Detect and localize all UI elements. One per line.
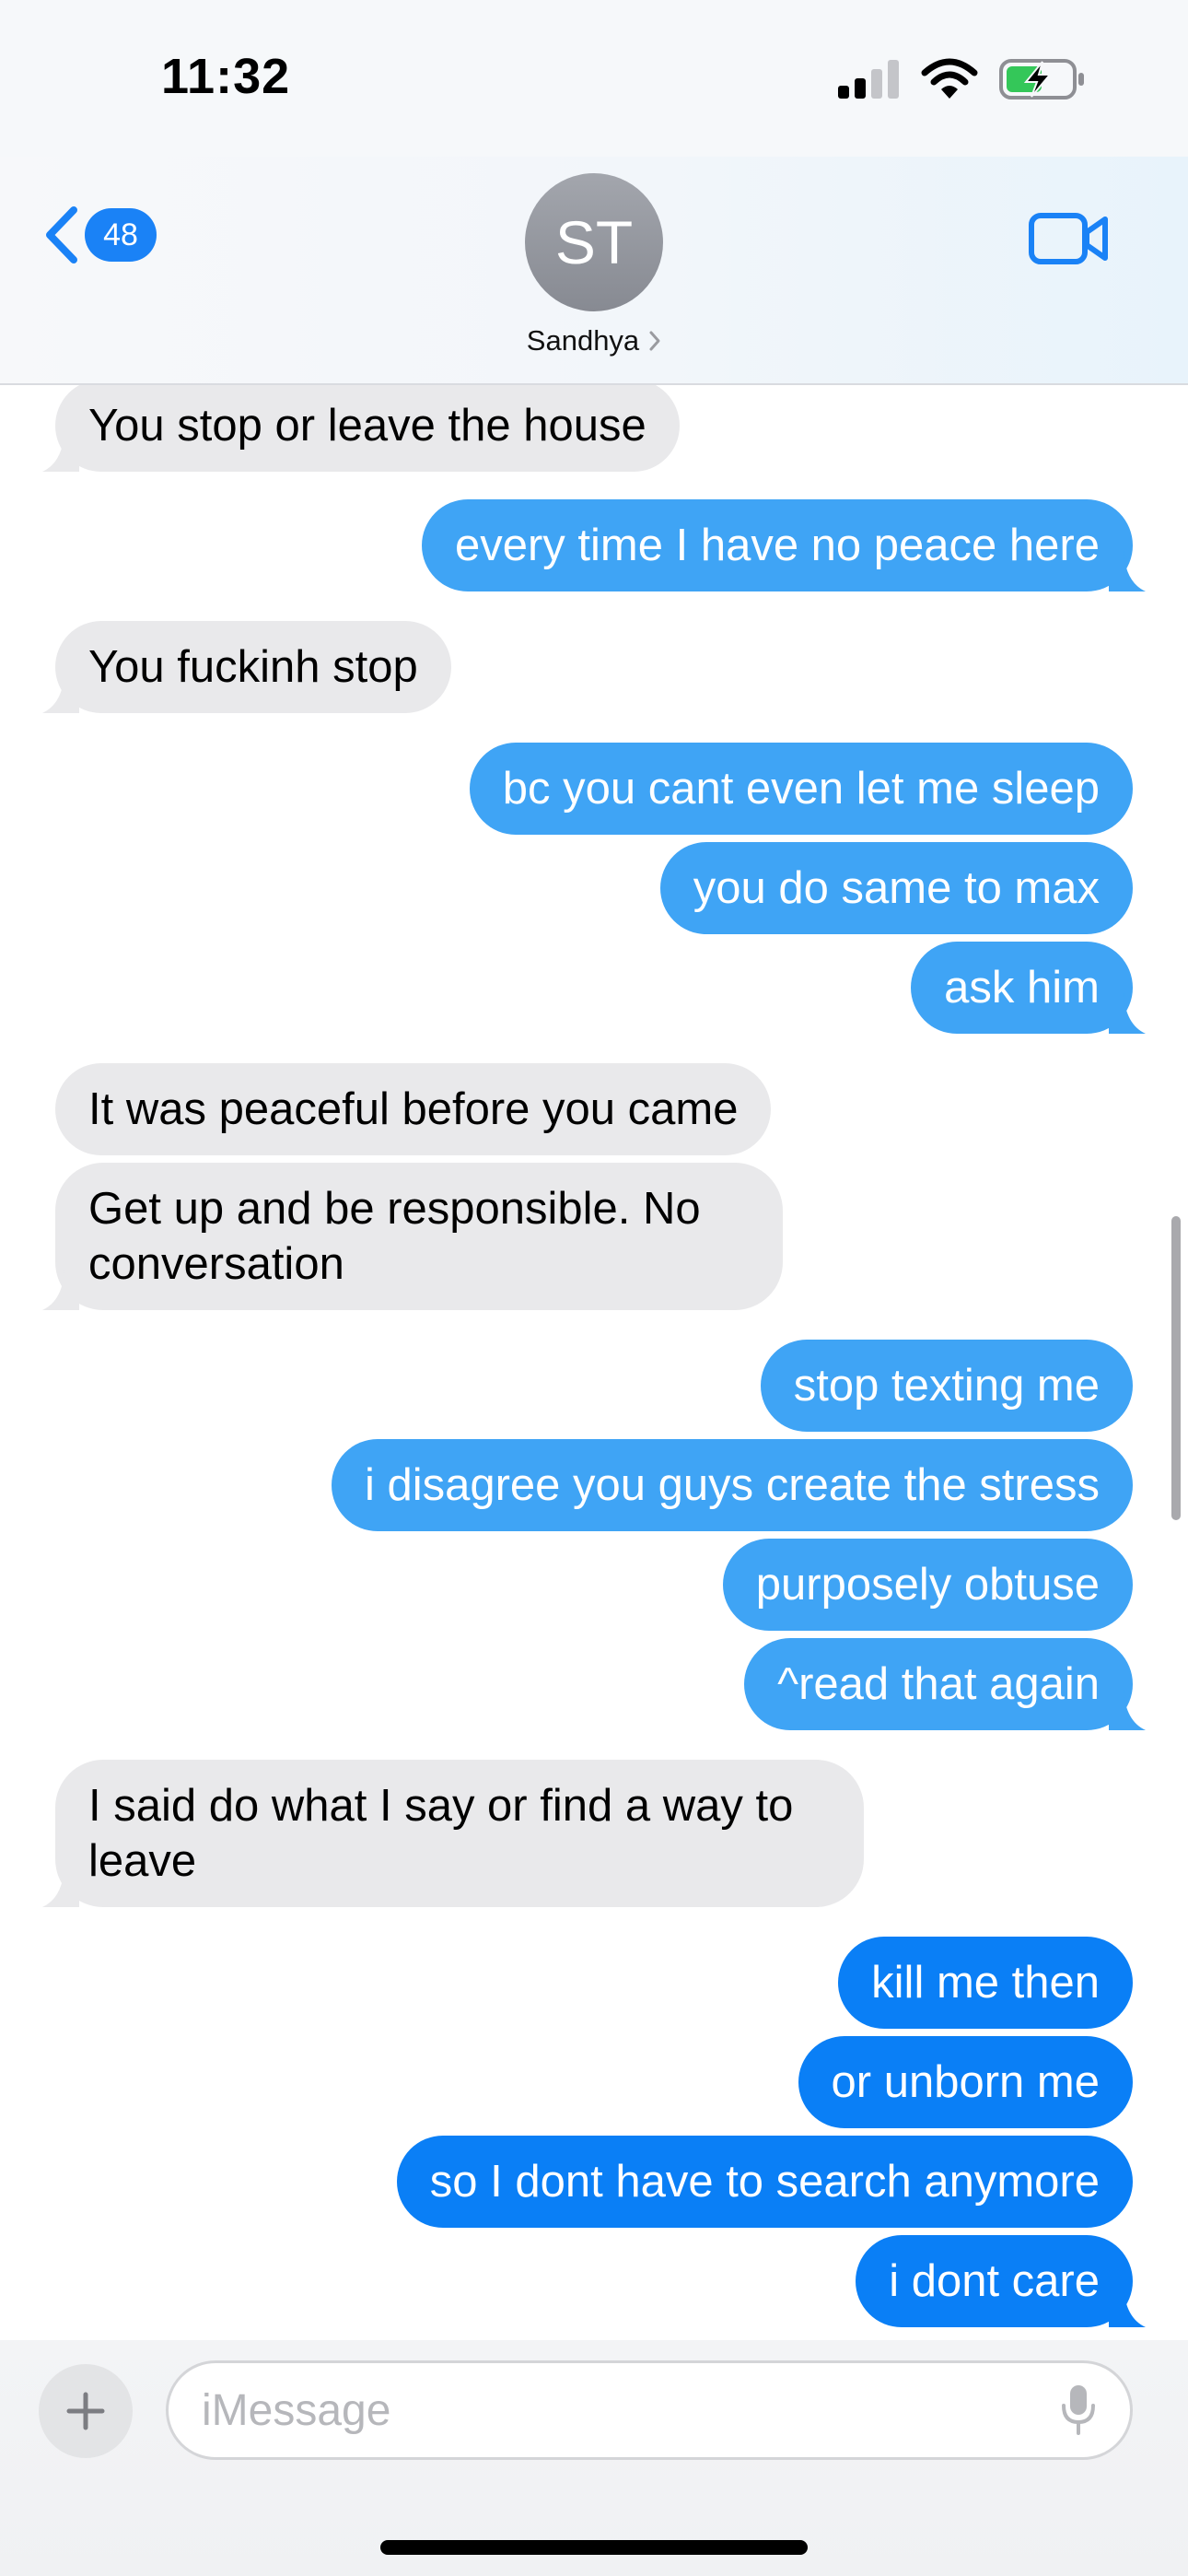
bubble-tail-icon [1109, 993, 1146, 1034]
video-camera-icon [1029, 213, 1108, 264]
message-text: i disagree you guys create the stress [364, 1460, 1100, 1510]
message-bubble-outgoing[interactable]: ^read that again [744, 1638, 1146, 1730]
message-bubble-outgoing[interactable]: ask him [911, 942, 1146, 1034]
message-text: You fuckinh stop [88, 642, 418, 692]
message-text: or unborn me [831, 2057, 1100, 2107]
signal-icon [838, 60, 899, 99]
contact-name-button[interactable]: Sandhya [0, 324, 1188, 357]
wifi-icon [921, 58, 978, 99]
bubble-tail-icon [42, 431, 79, 472]
message-text: kill me then [871, 1958, 1100, 2008]
message-field[interactable] [166, 2360, 1133, 2460]
message-text: so I dont have to search anymore [429, 2157, 1100, 2207]
message-text: Get up and be responsible. No conversati… [88, 1184, 701, 1289]
message-bubble-incoming[interactable]: You stop or leave the house [42, 380, 680, 472]
message-bubble-incoming[interactable]: I said do what I say or find a way to le… [42, 1760, 864, 1907]
message-bubble-outgoing[interactable]: so I dont have to search anymore [396, 2136, 1133, 2228]
avatar[interactable]: ST [525, 173, 663, 311]
bubble-tail-icon [1109, 2287, 1146, 2327]
bubble-tail-icon [42, 1867, 79, 1907]
dictation-button[interactable] [1060, 2383, 1097, 2437]
scroll-indicator[interactable] [1171, 1216, 1181, 1520]
home-indicator [380, 2540, 808, 2555]
apps-plus-button[interactable] [39, 2364, 133, 2458]
unread-count-badge: 48 [85, 208, 157, 262]
bubble-tail-icon [1109, 551, 1146, 591]
message-text: You stop or leave the house [88, 401, 646, 451]
message-bubble-outgoing[interactable]: stop texting me [760, 1340, 1133, 1432]
message-bubble-outgoing[interactable]: i dont care [856, 2235, 1146, 2327]
bubble-tail-icon [1109, 1690, 1146, 1730]
status-icons [836, 57, 1087, 101]
message-text: you do same to max [693, 863, 1100, 913]
message-text: stop texting me [793, 1361, 1100, 1411]
plus-icon [66, 2392, 105, 2430]
message-bubble-outgoing[interactable]: i disagree you guys create the stress [331, 1439, 1133, 1531]
chevron-right-icon [649, 331, 660, 351]
status-bar: 11:32 [0, 0, 1188, 157]
message-bubble-incoming[interactable]: It was peaceful before you came [55, 1063, 772, 1155]
message-bubble-outgoing[interactable]: you do same to max [659, 842, 1133, 934]
battery-charging-icon [999, 59, 1084, 100]
message-bubble-outgoing[interactable]: bc you cant even let me sleep [469, 743, 1133, 835]
message-text: bc you cant even let me sleep [502, 764, 1100, 814]
message-text: i dont care [889, 2256, 1100, 2306]
message-text: It was peaceful before you came [88, 1084, 739, 1134]
contact-name: Sandhya [526, 324, 640, 357]
message-bubble-incoming[interactable]: You fuckinh stop [42, 621, 451, 713]
message-bubble-incoming[interactable]: Get up and be responsible. No conversati… [42, 1163, 783, 1310]
status-time: 11:32 [161, 49, 291, 104]
bubble-tail-icon [42, 673, 79, 713]
back-button[interactable]: 48 [41, 205, 157, 265]
message-text: ask him [944, 963, 1100, 1013]
bubble-tail-icon [42, 1270, 79, 1310]
message-text: ^read that again [777, 1659, 1100, 1709]
avatar-initials: ST [554, 208, 634, 276]
message-bubble-outgoing[interactable]: or unborn me [798, 2036, 1133, 2128]
facetime-video-button[interactable] [1028, 210, 1111, 272]
microphone-icon [1062, 2385, 1095, 2435]
message-bubble-outgoing[interactable]: kill me then [838, 1937, 1133, 2029]
message-text: I said do what I say or find a way to le… [88, 1781, 794, 1886]
message-bubble-outgoing[interactable]: purposely obtuse [722, 1539, 1133, 1631]
message-bubble-outgoing[interactable]: every time I have no peace here [421, 499, 1146, 591]
message-text: every time I have no peace here [454, 521, 1100, 570]
message-text: purposely obtuse [755, 1560, 1100, 1610]
message-input[interactable] [202, 2384, 1060, 2436]
chevron-left-icon [46, 206, 77, 263]
